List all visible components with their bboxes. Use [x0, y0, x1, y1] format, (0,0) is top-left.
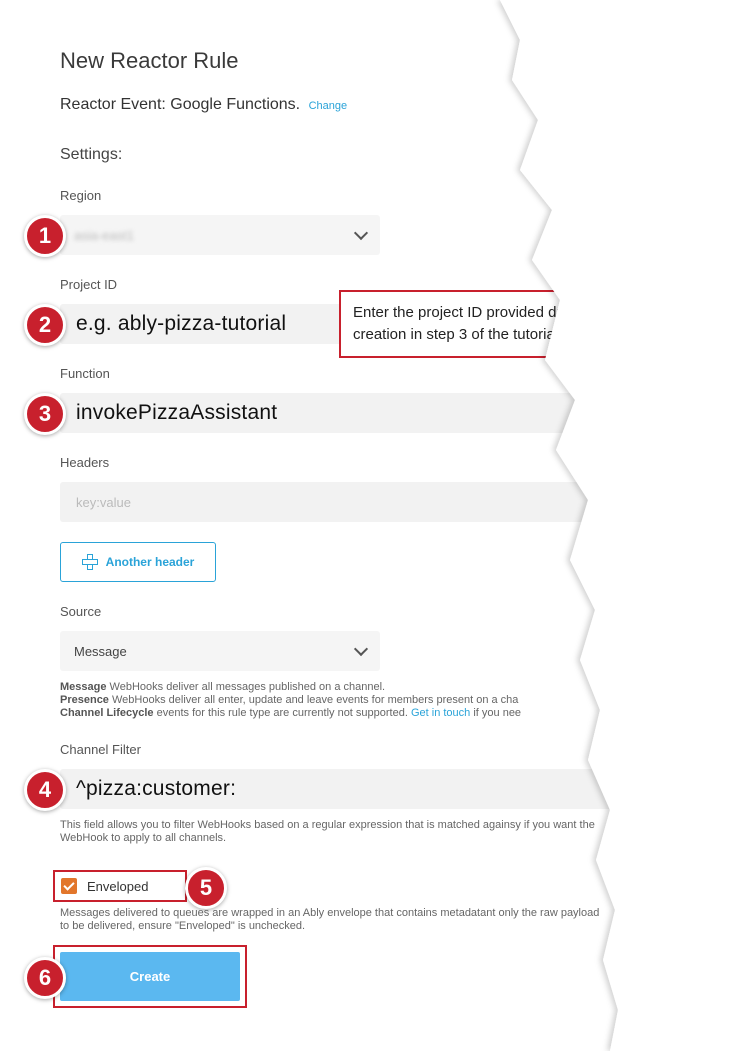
- step-badge-2: 2: [24, 304, 66, 346]
- region-select[interactable]: asia-east1: [60, 215, 380, 255]
- enveloped-label: Enveloped: [87, 879, 149, 894]
- chevron-down-icon: [353, 225, 369, 241]
- project-id-label: Project ID: [60, 277, 118, 292]
- step-badge-6: 6: [24, 957, 66, 999]
- headers-placeholder: key:value: [76, 494, 131, 510]
- source-select[interactable]: Message: [60, 631, 380, 671]
- project-id-input[interactable]: e.g. ably-pizza-tutorial: [60, 304, 350, 344]
- create-button[interactable]: Create: [60, 952, 240, 1001]
- channel-filter-label: Channel Filter: [60, 742, 141, 757]
- function-label: Function: [60, 366, 110, 381]
- enveloped-checkbox[interactable]: [61, 878, 77, 894]
- add-header-label: Another header: [105, 555, 195, 569]
- headers-input[interactable]: key:value: [60, 482, 678, 522]
- source-label: Source: [60, 604, 102, 619]
- source-value: Message: [74, 643, 127, 659]
- reactor-event: Reactor Event: Google Functions. Change: [60, 96, 347, 114]
- step-badge-1: 1: [24, 215, 66, 257]
- region-label: Region: [60, 188, 102, 203]
- plus-icon: [81, 554, 98, 570]
- project-id-callout: Enter the project ID provided during pro…: [339, 290, 709, 358]
- channel-filter-help: This field allows you to filter WebHooks…: [60, 819, 595, 844]
- step-badge-3: 3: [24, 393, 66, 435]
- get-in-touch-link[interactable]: Get in touch: [411, 707, 470, 719]
- enveloped-help: Messages delivered to queues are wrapped…: [60, 907, 600, 932]
- chevron-down-icon: [353, 641, 369, 657]
- function-value: invokePizzaAssistant: [76, 401, 278, 424]
- settings-heading: Settings:: [60, 146, 123, 163]
- channel-filter-input[interactable]: ^pizza:customer:: [60, 769, 678, 809]
- function-input[interactable]: invokePizzaAssistant: [60, 393, 678, 433]
- headers-label: Headers: [60, 455, 110, 470]
- change-link[interactable]: Change: [309, 100, 348, 112]
- region-value: asia-east1: [74, 227, 134, 243]
- step-badge-4: 4: [24, 769, 66, 811]
- source-help: Message WebHooks deliver all messages pu…: [60, 681, 522, 719]
- step-badge-5: 5: [185, 867, 227, 909]
- channel-filter-value: ^pizza:customer:: [76, 777, 237, 800]
- page-title: New Reactor Rule: [60, 48, 239, 73]
- add-header-button[interactable]: Another header: [60, 542, 216, 582]
- reactor-event-text: Reactor Event: Google Functions.: [60, 96, 301, 113]
- project-id-placeholder: e.g. ably-pizza-tutorial: [76, 312, 287, 335]
